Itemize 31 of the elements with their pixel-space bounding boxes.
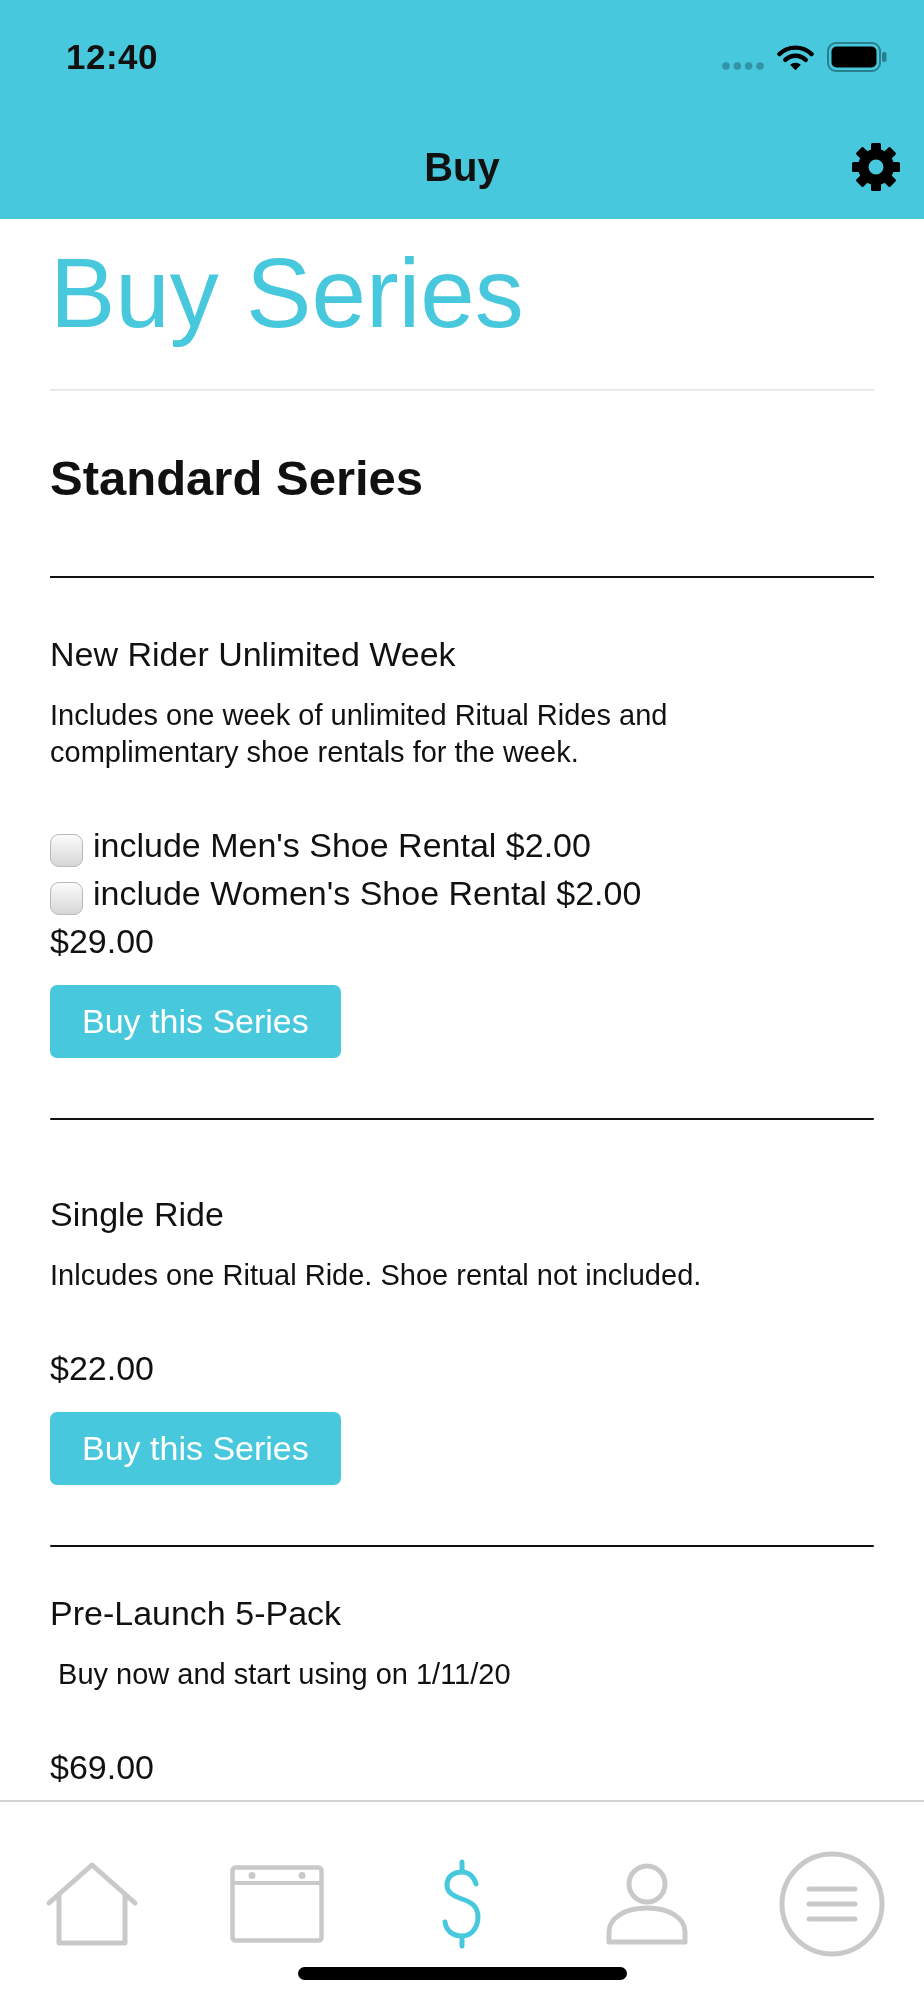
price: $69.00 <box>50 1747 154 1788</box>
buy-button[interactable]: Buy this Series <box>50 1412 341 1485</box>
tab-bar-item[interactable] <box>604 1862 689 1946</box>
section-title: Standard Series <box>50 450 424 507</box>
price: $22.00 <box>50 1348 154 1389</box>
menu-icon <box>778 1851 885 1957</box>
option-label: include Women's Shoe Rental $2.00 <box>93 873 642 914</box>
series-name: Pre-Launch 5-Pack <box>50 1593 342 1634</box>
checkbox[interactable] <box>50 834 83 867</box>
checkbox[interactable] <box>50 882 83 915</box>
signal-dots-icon <box>722 62 764 70</box>
option-label: include Men's Shoe Rental $2.00 <box>93 825 591 866</box>
series-name: New Rider Unlimited Week <box>50 634 456 675</box>
tab-bar-item[interactable] <box>778 1851 885 1957</box>
home-icon <box>45 1861 140 1947</box>
person-icon <box>604 1862 689 1946</box>
buy-button[interactable]: Buy this Series <box>50 985 341 1058</box>
status-time: 12:40 <box>66 37 159 77</box>
battery-icon <box>827 42 887 72</box>
series-description: Includes one week of unlimited Ritual Rides and complimentary shoe rentals for the week. <box>50 698 669 770</box>
calendar-icon <box>230 1865 325 1943</box>
tab-bar-item[interactable] <box>45 1861 140 1947</box>
page-title: Buy Series <box>50 238 524 348</box>
tab-bar-item[interactable] <box>230 1865 325 1943</box>
price: $29.00 <box>50 921 154 962</box>
wifi-icon <box>777 43 814 71</box>
settings-icon[interactable] <box>851 142 901 192</box>
series-description: Inlcudes one Ritual Ride. Shoe rental not included. <box>50 1258 702 1293</box>
series-name: Single Ride <box>50 1194 224 1235</box>
nav-title: Buy <box>424 144 500 191</box>
series-description: Buy now and start using on 1/11/20 <box>57 1657 511 1692</box>
